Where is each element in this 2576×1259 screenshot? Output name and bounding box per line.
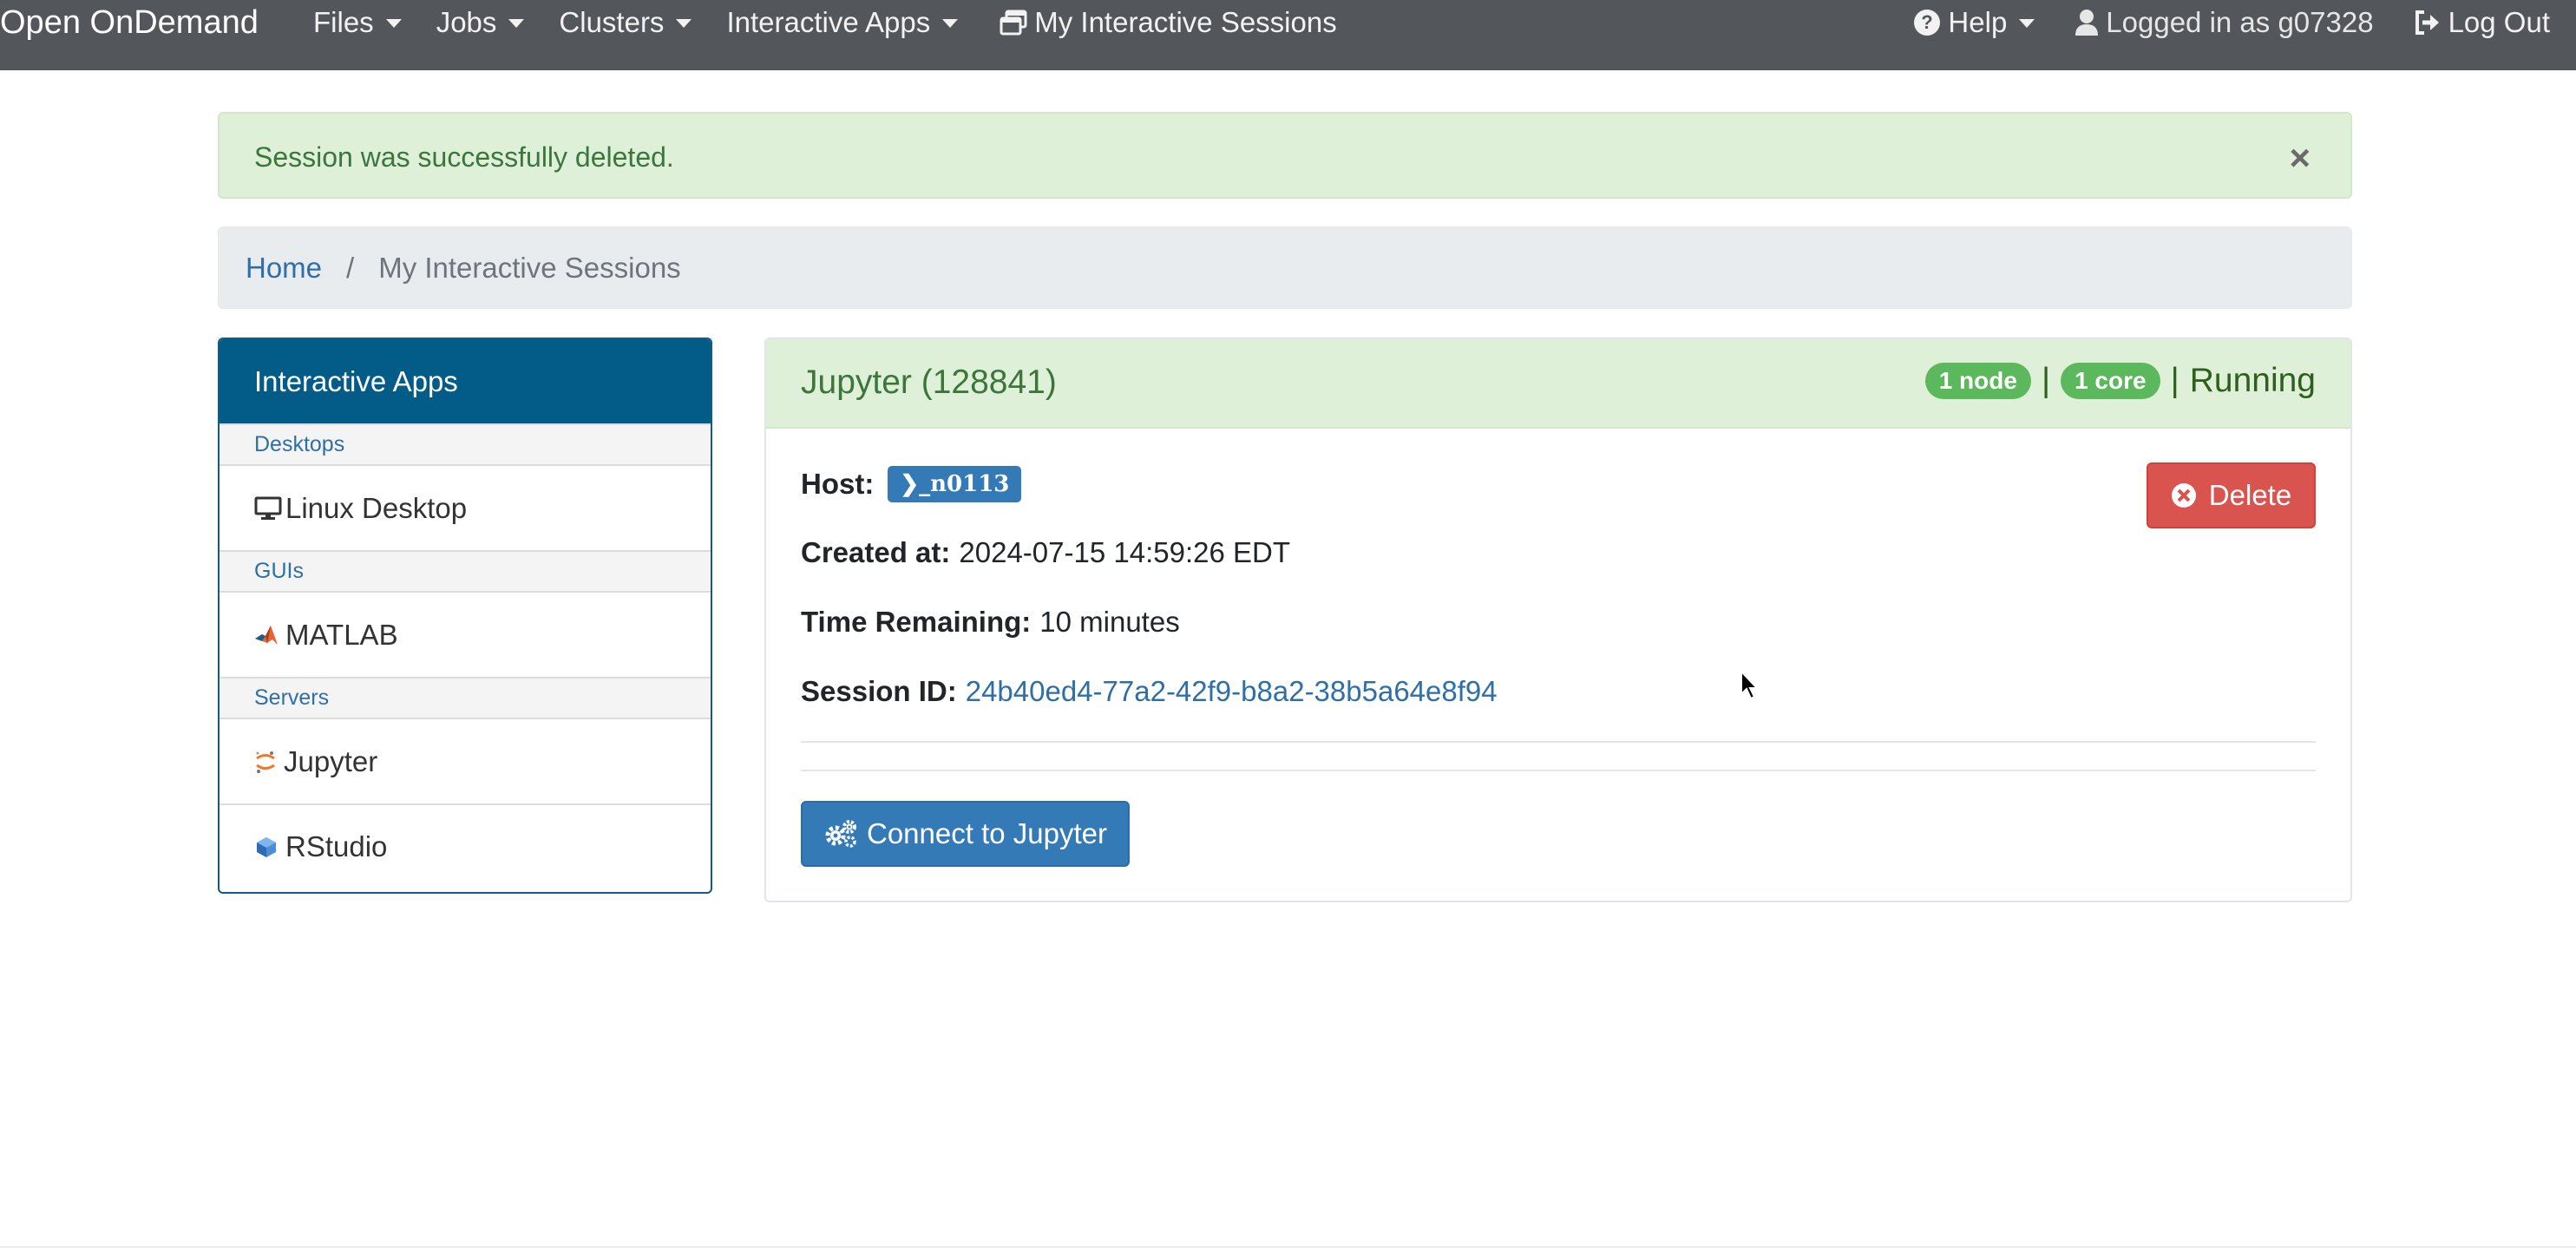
menu-interactive-apps[interactable]: Interactive Apps — [726, 6, 959, 39]
menu-clusters[interactable]: Clusters — [559, 6, 692, 39]
session-status: 1 node | 1 core | Running — [1924, 362, 2316, 400]
jupyter-icon — [254, 750, 277, 774]
caret-down-icon — [942, 19, 959, 28]
logout-link[interactable]: Log Out — [2414, 6, 2550, 39]
menu-files-label: Files — [313, 6, 374, 38]
divider — [801, 770, 2316, 771]
sidebar-item-label: RStudio — [285, 829, 388, 862]
caret-down-icon — [508, 19, 525, 28]
session-title: Jupyter (128841) — [801, 364, 1057, 401]
menu-help-label: Help — [1948, 6, 2008, 38]
status-separator: | — [2170, 362, 2179, 399]
status-text: Running — [2189, 362, 2316, 399]
question-circle-icon: ? — [1913, 9, 1941, 36]
breadcrumb-current: My Interactive Sessions — [378, 251, 681, 284]
time-remaining-value: 10 minutes — [1039, 606, 1180, 638]
menu-files[interactable]: Files — [313, 6, 402, 39]
sign-out-icon — [2414, 10, 2442, 36]
caret-down-icon — [676, 19, 692, 28]
menu-jobs[interactable]: Jobs — [436, 6, 525, 39]
mouse-pointer-icon — [1740, 669, 1760, 705]
host-row: Host: ❯_n0113 — [801, 466, 1022, 502]
sidebar-category-desktops: Desktops — [220, 423, 711, 466]
caret-down-icon — [385, 19, 402, 28]
nav-right: ? Help Logged in as g07328 Log Out — [1913, 0, 2550, 45]
logged-in-user: Logged in as g07328 — [2075, 6, 2374, 39]
matlab-icon — [254, 624, 279, 646]
host-shell-link[interactable]: ❯_n0113 — [888, 466, 1022, 502]
brand-link[interactable]: Open OnDemand — [0, 3, 259, 42]
interactive-apps-sidebar: Interactive Apps Desktops Linux Desktop … — [218, 338, 712, 894]
logout-label: Log Out — [2448, 6, 2550, 38]
divider — [801, 741, 2316, 743]
logged-in-label: Logged in as g07328 — [2106, 6, 2374, 38]
times-circle-icon — [2171, 482, 2197, 508]
my-interactive-sessions-link[interactable]: My Interactive Sessions — [1000, 6, 1337, 39]
session-id-link[interactable]: 24b40ed4-77a2-42f9-b8a2-38b5a64e8f94 — [966, 675, 1498, 708]
node-count-badge: 1 node — [1924, 363, 2031, 399]
cogs-icon — [823, 819, 858, 849]
session-card: Jupyter (128841) 1 node | 1 core | Runni… — [764, 338, 2352, 902]
caret-down-icon — [2019, 19, 2035, 28]
sidebar-title: Interactive Apps — [220, 339, 711, 423]
success-alert: Session was successfully deleted. × — [218, 112, 2352, 199]
delete-label: Delete — [2208, 479, 2292, 511]
menu-clusters-label: Clusters — [559, 6, 665, 38]
close-icon[interactable]: × — [2289, 140, 2311, 176]
host-label: Host: — [801, 468, 875, 500]
created-value: 2024-07-15 14:59:26 EDT — [959, 536, 1290, 568]
created-label: Created at: — [801, 536, 951, 568]
nav-menus: Files Jobs Clusters Interactive Apps My … — [313, 0, 1337, 45]
host-name: n0113 — [930, 471, 1010, 497]
time-remaining-label: Time Remaining: — [801, 606, 1032, 638]
sidebar-item-rstudio[interactable]: RStudio — [220, 803, 711, 888]
delete-button[interactable]: Delete — [2147, 462, 2316, 528]
menu-help[interactable]: ? Help — [1913, 6, 2035, 39]
terminal-icon: ❯_ — [900, 471, 931, 497]
sidebar-item-label: Jupyter — [284, 744, 378, 777]
connect-to-jupyter-button[interactable]: Connect to Jupyter — [801, 801, 1130, 867]
session-card-header: Jupyter (128841) 1 node | 1 core | Runni… — [766, 339, 2350, 429]
time-remaining-row: Time Remaining: 10 minutes — [801, 606, 1180, 639]
breadcrumb-home[interactable]: Home — [246, 252, 322, 285]
breadcrumb: Home / My Interactive Sessions — [218, 226, 2352, 309]
windows-icon — [1000, 10, 1027, 36]
sidebar-item-label: MATLAB — [285, 618, 398, 651]
sidebar-item-linux-desktop[interactable]: Linux Desktop — [220, 466, 711, 550]
user-icon — [2075, 9, 2099, 36]
connect-label: Connect to Jupyter — [867, 817, 1107, 849]
session-id-row: Session ID: 24b40ed4-77a2-42f9-b8a2-38b5… — [801, 675, 1498, 708]
sidebar-item-jupyter[interactable]: Jupyter — [220, 719, 711, 803]
sidebar-item-matlab[interactable]: MATLAB — [220, 593, 711, 677]
created-row: Created at: 2024-07-15 14:59:26 EDT — [801, 536, 1290, 569]
menu-jobs-label: Jobs — [436, 6, 497, 38]
rstudio-icon — [254, 835, 279, 859]
menu-interactive-apps-label: Interactive Apps — [726, 6, 931, 38]
status-separator: | — [2041, 362, 2051, 399]
top-navbar: Open OnDemand Files Jobs Clusters Intera… — [0, 0, 2576, 70]
footer-divider — [0, 1246, 2576, 1248]
my-interactive-sessions-label: My Interactive Sessions — [1034, 6, 1337, 38]
sidebar-item-label: Linux Desktop — [285, 491, 468, 524]
sidebar-category-guis: GUIs — [220, 550, 711, 593]
svg-text:?: ? — [1922, 11, 1933, 33]
alert-message: Session was successfully deleted. — [254, 141, 674, 173]
monitor-icon — [254, 496, 282, 521]
breadcrumb-separator: / — [346, 251, 355, 284]
session-id-label: Session ID: — [801, 675, 957, 707]
sidebar-category-servers: Servers — [220, 677, 711, 719]
core-count-badge: 1 core — [2061, 363, 2160, 399]
